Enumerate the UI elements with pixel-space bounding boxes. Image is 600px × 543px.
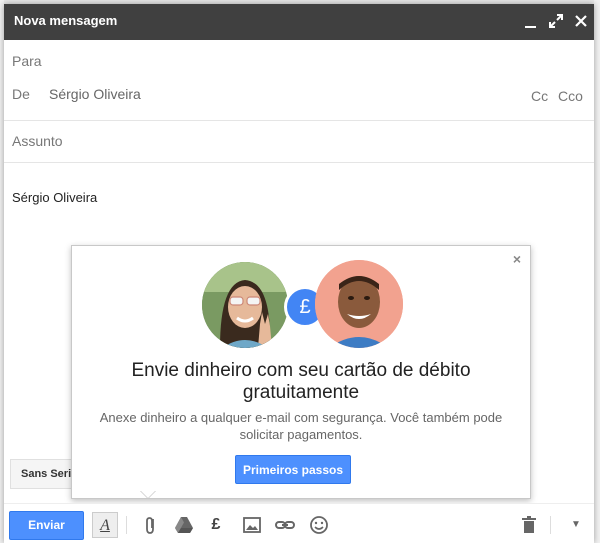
drive-icon[interactable] (171, 512, 197, 538)
cc-link[interactable]: Cc (531, 88, 548, 104)
attach-icon[interactable] (138, 512, 164, 538)
bcc-link[interactable]: Cco (558, 88, 583, 104)
send-money-promo: × £ Envie dinheiro com seu cartão de déb… (71, 245, 531, 499)
emoji-icon[interactable] (306, 512, 332, 538)
compose-window: Nova mensagem Para De Sérgio Oliveira Cc… (4, 4, 594, 543)
photo-icon[interactable] (239, 512, 265, 538)
promo-pointer (140, 490, 156, 498)
get-started-button[interactable]: Primeiros passos (235, 455, 351, 484)
expand-icon[interactable] (545, 10, 567, 32)
toolbar-divider (126, 516, 127, 534)
promo-description: Anexe dinheiro a qualquer e-mail com seg… (99, 410, 503, 442)
font-family-label: Sans Serif (21, 468, 75, 480)
trash-icon[interactable] (516, 512, 542, 538)
to-label: Para (12, 53, 42, 69)
compose-titlebar[interactable]: Nova mensagem (4, 4, 594, 40)
link-icon[interactable] (272, 512, 298, 538)
to-field[interactable]: Para (4, 40, 594, 76)
more-options-icon[interactable]: ▼ (563, 512, 589, 538)
avatar-man (315, 260, 403, 348)
toolbar-divider (550, 516, 551, 534)
signature: Sérgio Oliveira (12, 190, 98, 205)
avatar-woman (202, 262, 288, 348)
send-button[interactable]: Enviar (9, 511, 84, 540)
from-label: De (12, 86, 30, 102)
promo-title: Envie dinheiro com seu cartão de débito … (131, 360, 471, 403)
page-background-right (594, 0, 600, 543)
from-value[interactable]: Sérgio Oliveira (49, 86, 141, 102)
from-field[interactable]: De Sérgio Oliveira Cc Cco (4, 76, 594, 121)
formatting-options-icon[interactable]: A (92, 512, 118, 538)
promo-close-icon[interactable]: × (510, 252, 524, 266)
compose-title: Nova mensagem (14, 13, 118, 28)
close-icon[interactable] (570, 10, 592, 32)
subject-field[interactable]: Assunto (4, 120, 594, 163)
money-icon[interactable]: £ (203, 512, 229, 538)
minimize-icon[interactable] (520, 10, 542, 32)
subject-placeholder: Assunto (12, 133, 63, 149)
compose-toolbar: Enviar A £ ▼ (4, 503, 594, 543)
